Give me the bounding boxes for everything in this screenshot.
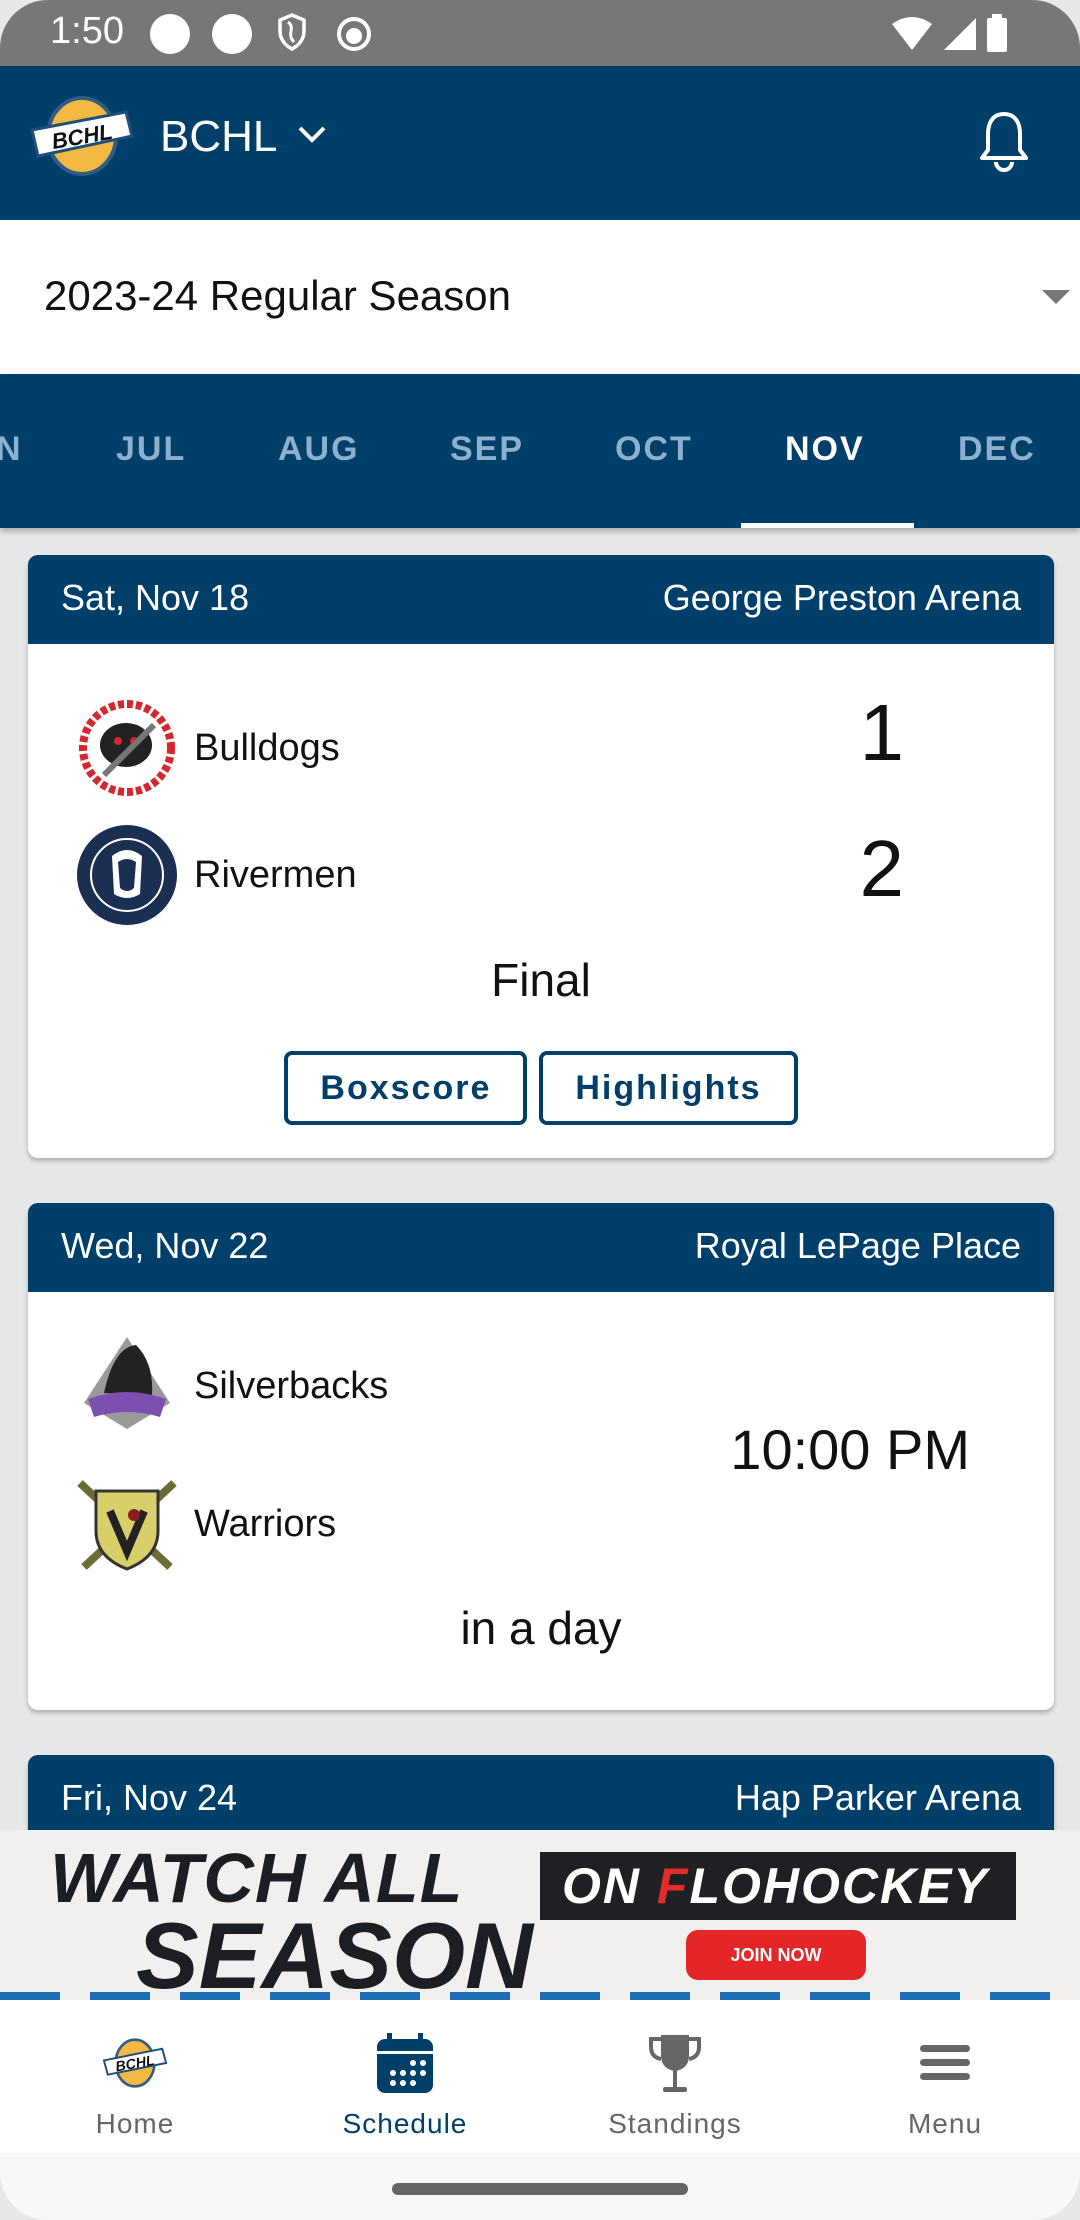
flo-logo-icon: F bbox=[656, 1858, 690, 1914]
ad-join-now-button[interactable]: JOIN NOW bbox=[686, 1930, 866, 1980]
game-date: Fri, Nov 24 bbox=[61, 1777, 238, 1818]
gesture-bar bbox=[0, 2153, 1080, 2220]
away-team[interactable]: Warriors bbox=[74, 1471, 336, 1577]
home-score: 1 bbox=[859, 688, 905, 777]
battery-icon bbox=[986, 14, 1008, 57]
notification-dot-icon bbox=[150, 14, 190, 54]
game-date: Sat, Nov 18 bbox=[61, 577, 250, 618]
game-card-header: Wed, Nov 22 Royal LePage Place bbox=[28, 1203, 1054, 1292]
team-name: Warriors bbox=[194, 1502, 337, 1545]
league-name[interactable]: BCHL bbox=[160, 112, 277, 162]
notification-dot-icon bbox=[212, 14, 252, 54]
game-card[interactable]: Sat, Nov 18 George Preston Arena Bulldog… bbox=[28, 555, 1054, 1158]
signal-icon bbox=[942, 16, 978, 57]
nav-menu[interactable]: Menu bbox=[810, 2000, 1080, 2153]
ad-headline-line2: SEASON bbox=[136, 1903, 533, 2000]
shield-icon bbox=[276, 12, 308, 57]
trophy-icon bbox=[645, 2032, 705, 2094]
boxscore-button[interactable]: Boxscore bbox=[284, 1051, 528, 1125]
team-name: Bulldogs bbox=[194, 726, 340, 769]
game-card[interactable]: Wed, Nov 22 Royal LePage Place Silverbac… bbox=[28, 1203, 1054, 1710]
away-score: 2 bbox=[859, 824, 905, 913]
away-team[interactable]: Rivermen bbox=[74, 822, 357, 928]
nav-label: Standings bbox=[608, 2108, 742, 2139]
calendar-icon bbox=[375, 2032, 435, 2094]
phone-screen: 1:50 BCHL BCHL 2023-24 Regular Season N … bbox=[0, 0, 1080, 2220]
bchl-logo-icon: BCHL bbox=[100, 2032, 170, 2094]
nav-schedule[interactable]: Schedule bbox=[270, 2000, 540, 2153]
nav-label: Schedule bbox=[342, 2108, 468, 2139]
ad-brand: ON F LOHOCKEY bbox=[540, 1852, 1016, 1920]
tab-nov[interactable]: NOV bbox=[785, 430, 865, 469]
tab-sep[interactable]: SEP bbox=[450, 430, 524, 469]
tab-oct[interactable]: OCT bbox=[615, 430, 693, 469]
wifi-icon bbox=[890, 16, 934, 57]
status-time: 1:50 bbox=[50, 10, 124, 52]
silverbacks-logo-icon bbox=[74, 1333, 180, 1439]
nav-label: Menu bbox=[907, 2108, 983, 2139]
nav-standings[interactable]: Standings bbox=[540, 2000, 810, 2153]
game-date: Wed, Nov 22 bbox=[61, 1225, 269, 1266]
game-venue: Royal LePage Place bbox=[694, 1225, 1021, 1266]
home-team[interactable]: Silverbacks bbox=[74, 1333, 388, 1439]
app-bar: BCHL BCHL bbox=[0, 66, 1080, 220]
bulldogs-logo-icon bbox=[74, 695, 180, 801]
season-select[interactable]: 2023-24 Regular Season bbox=[0, 220, 1080, 374]
game-status: in a day bbox=[460, 1602, 622, 1654]
nav-home[interactable]: BCHL Home bbox=[0, 2000, 270, 2153]
rivermen-logo-icon bbox=[74, 822, 180, 928]
home-team[interactable]: Bulldogs bbox=[74, 695, 340, 801]
game-venue: George Preston Arena bbox=[662, 577, 1021, 618]
game-time: 10:00 PM bbox=[730, 1418, 970, 1481]
team-name: Rivermen bbox=[194, 853, 357, 896]
team-name: Silverbacks bbox=[194, 1364, 389, 1407]
game-venue: Hap Parker Arena bbox=[734, 1777, 1021, 1818]
dropdown-caret-icon bbox=[1042, 290, 1070, 304]
chevron-down-icon[interactable] bbox=[296, 122, 328, 151]
tab-jul[interactable]: JUL bbox=[116, 430, 186, 469]
tab-dec[interactable]: DEC bbox=[958, 430, 1036, 469]
game-status: Final bbox=[491, 954, 591, 1006]
bchl-logo-icon[interactable]: BCHL bbox=[28, 96, 136, 181]
status-bar: 1:50 bbox=[0, 0, 1080, 66]
ad-brand-name: LOHOCKEY bbox=[689, 1858, 989, 1914]
season-select-value: 2023-24 Regular Season bbox=[44, 272, 512, 319]
game-card-header: Sat, Nov 18 George Preston Arena bbox=[28, 555, 1054, 644]
ad-decorative-stripe bbox=[0, 1992, 1080, 2000]
tab-jun[interactable]: N bbox=[0, 430, 23, 469]
nav-label: Home bbox=[95, 2108, 175, 2139]
bottom-navigation: BCHL Home Schedule Standings Menu bbox=[0, 2000, 1080, 2153]
tab-aug[interactable]: AUG bbox=[278, 430, 360, 469]
ad-brand-on: ON bbox=[562, 1858, 641, 1914]
hamburger-menu-icon bbox=[920, 2032, 970, 2094]
bell-icon[interactable] bbox=[976, 110, 1032, 177]
month-tabs: N JUL AUG SEP OCT NOV DEC bbox=[0, 374, 1080, 528]
warriors-logo-icon bbox=[74, 1471, 180, 1577]
app-notification-icon bbox=[336, 16, 372, 57]
flohockey-ad-banner[interactable]: WATCH ALL SEASON ON F LOHOCKEY JOIN NOW bbox=[0, 1830, 1080, 2000]
highlights-button[interactable]: Highlights bbox=[539, 1051, 798, 1125]
home-gesture-handle[interactable] bbox=[392, 2183, 688, 2195]
active-tab-indicator bbox=[741, 523, 914, 528]
